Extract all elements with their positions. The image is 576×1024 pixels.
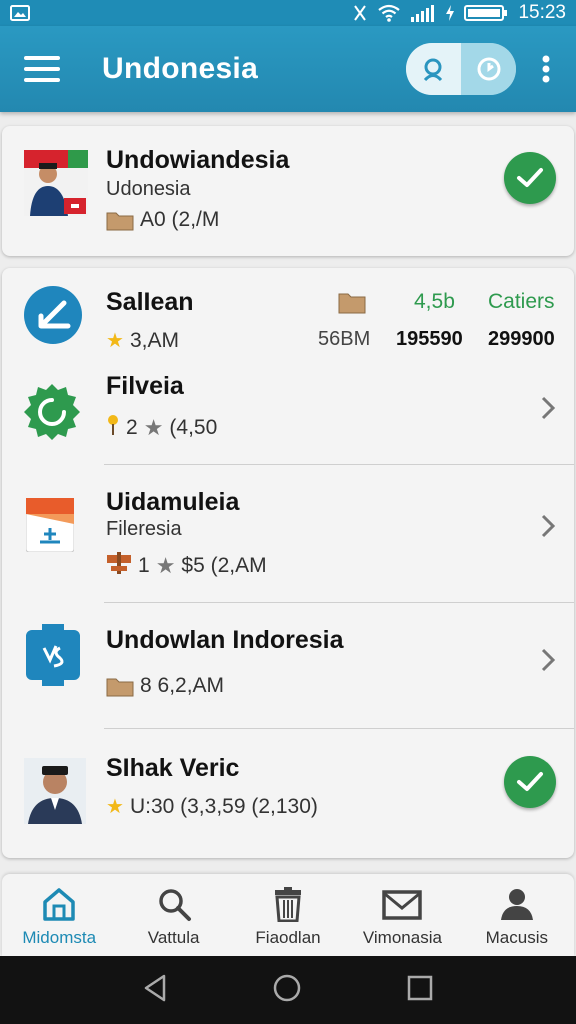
charging-icon	[446, 5, 455, 21]
nav-label: Vimonasia	[362, 928, 442, 947]
nav-profile[interactable]: Macusis	[460, 874, 574, 956]
list-item[interactable]: SalIean ★ 3,AM 4,5b Catiers 56BM 195590 …	[2, 268, 574, 358]
back-button[interactable]	[142, 973, 168, 1008]
chevron-right-icon	[538, 512, 558, 540]
list-item-meta: 1 ★ $5 (2,AM	[106, 550, 267, 582]
list-item-meta: ★ 3,AM	[106, 328, 179, 353]
list-item[interactable]: Uidamuleia Fileresia 1 ★ $5 (2,AM	[2, 466, 574, 604]
list-item-title: Undowlan Indoresia	[106, 626, 344, 654]
search-icon	[158, 889, 191, 921]
stat-bottom-0: 56BM	[318, 328, 371, 350]
trash-icon	[275, 887, 302, 922]
nav-label: Vattula	[147, 928, 200, 947]
hamburger-icon	[24, 56, 60, 82]
list-item[interactable]: SIhak Veric ★ U:30 (3,3,59 (2,130)	[2, 730, 574, 858]
star-icon: ★	[106, 330, 124, 352]
shield-app-icon	[26, 624, 80, 686]
stat-bottom-2: 299900	[488, 328, 555, 350]
header-card-meta-text: A0 (2,/M	[140, 208, 220, 231]
status-bar: 15:23	[0, 0, 576, 26]
header-card-meta: A0 (2,/M	[106, 208, 219, 232]
signal-icon	[410, 4, 436, 22]
list-card: SalIean ★ 3,AM 4,5b Catiers 56BM 195590 …	[2, 268, 574, 858]
list-item-title: SalIean	[106, 288, 194, 316]
square-recents-icon	[407, 975, 433, 1000]
list-item-meta: ★ U:30 (3,3,59 (2,130)	[106, 794, 318, 819]
battery-icon	[464, 4, 508, 22]
list-item-title: Uidamuleia	[106, 488, 240, 516]
nav-mail[interactable]: Vimonasia	[345, 874, 459, 956]
nav-search[interactable]: Vattula	[116, 874, 230, 956]
stat-top-1: 4,5b	[414, 290, 455, 313]
app-bar: Undonesia	[0, 26, 576, 112]
header-card[interactable]: Undowiandesia Udonesia A0 (2,/M	[2, 126, 574, 256]
avatar	[24, 758, 86, 824]
nav-label: Midomsta	[22, 928, 97, 947]
check-icon	[517, 168, 543, 187]
verified-check-button[interactable]	[504, 756, 556, 808]
divider	[104, 602, 574, 603]
timer-toggle-button[interactable]	[461, 43, 516, 95]
search-icon	[423, 58, 442, 82]
list-item-meta: 8 6,2,AM	[106, 674, 224, 698]
divider	[104, 728, 574, 729]
folder-icon	[338, 290, 366, 319]
system-navigation-bar	[0, 956, 576, 1024]
more-vert-icon	[542, 55, 550, 83]
nav-label: Macusis	[485, 928, 548, 947]
divider	[104, 464, 574, 465]
status-time: 15:23	[518, 2, 566, 23]
pin-icon	[106, 414, 120, 442]
badge-app-icon	[22, 382, 82, 442]
signpost-icon	[106, 550, 132, 582]
nav-trash[interactable]: Fiaodlan	[231, 874, 345, 956]
edit-app-icon	[24, 286, 82, 344]
chevron-right-icon	[538, 646, 558, 674]
view-toggle	[406, 43, 516, 95]
overflow-menu-button[interactable]	[516, 26, 576, 112]
star-icon: ★	[155, 553, 176, 578]
folder-icon	[106, 678, 134, 697]
verified-check-button[interactable]	[504, 152, 556, 204]
recents-button[interactable]	[406, 974, 434, 1007]
home-icon	[43, 888, 75, 921]
image-notification-icon	[10, 3, 36, 23]
nav-home[interactable]: Midomsta	[2, 874, 116, 956]
star-icon: ★	[143, 415, 164, 440]
stat-top-2: Catiers	[488, 290, 555, 313]
menu-button[interactable]	[0, 26, 84, 112]
list-item[interactable]: Filveia 2 ★ (4,50	[2, 358, 574, 466]
search-toggle-button[interactable]	[406, 43, 461, 95]
clock-icon	[477, 57, 500, 81]
wifi-icon	[378, 4, 401, 22]
bottom-navigation: Midomsta Vattula Fiaodlan Vimonasia Macu…	[2, 874, 574, 956]
list-item-title: SIhak Veric	[106, 754, 240, 782]
vibrate-icon	[352, 4, 368, 22]
check-icon	[517, 772, 543, 791]
thumbnail-image	[24, 150, 88, 216]
list-item[interactable]: Undowlan Indoresia 8 6,2,AM	[2, 604, 574, 730]
app-title: Undonesia	[102, 52, 259, 85]
folder-icon	[106, 212, 134, 231]
list-item-meta: 2 ★ (4,50	[106, 414, 217, 442]
list-item-title: Filveia	[106, 372, 184, 400]
list-item-subtitle: Fileresia	[106, 518, 182, 540]
home-system-button[interactable]	[272, 973, 302, 1008]
star-icon: ★	[106, 796, 124, 818]
nav-label: Fiaodlan	[255, 928, 321, 947]
back-icon	[144, 974, 166, 1001]
mail-icon	[382, 890, 423, 920]
person-icon	[500, 889, 533, 920]
chevron-right-icon	[538, 394, 558, 422]
header-card-title: Undowiandesia	[106, 146, 290, 174]
circle-home-icon	[273, 974, 301, 1001]
stat-bottom-1: 195590	[396, 328, 463, 350]
header-card-subtitle: Udonesia	[106, 178, 191, 200]
document-app-icon	[26, 498, 74, 552]
